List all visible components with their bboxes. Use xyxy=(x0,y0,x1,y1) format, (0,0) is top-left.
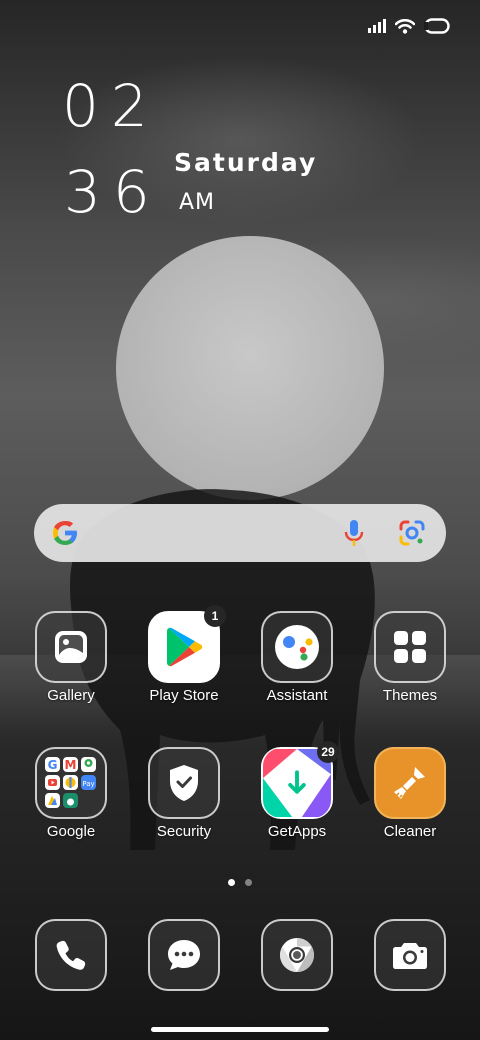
app-label-play-store: Play Store xyxy=(149,687,219,704)
cleaner-brush-icon[interactable] xyxy=(374,747,446,819)
assistant-icon[interactable] xyxy=(261,611,333,683)
google-g-icon xyxy=(50,518,80,553)
app-label-themes: Themes xyxy=(382,687,438,704)
app-label-cleaner: Cleaner xyxy=(383,823,437,840)
getapps-icon[interactable]: 29 xyxy=(261,741,339,819)
app-gallery[interactable]: Gallery xyxy=(21,611,121,704)
status-bar xyxy=(368,18,450,39)
notification-badge: 1 xyxy=(204,605,226,627)
app-google-folder[interactable]: G M Pay Google xyxy=(21,747,121,840)
themes-icon[interactable] xyxy=(374,611,446,683)
app-cleaner[interactable]: Cleaner xyxy=(360,747,460,840)
app-label-getapps: GetApps xyxy=(267,823,327,840)
clock-minutes[interactable]: 36 xyxy=(64,158,162,226)
svg-text:G: G xyxy=(48,758,58,772)
camera-icon[interactable] xyxy=(374,919,446,991)
dock-chrome[interactable] xyxy=(247,919,347,991)
notification-badge: 29 xyxy=(317,741,339,763)
app-label-google: Google xyxy=(46,823,96,840)
dock-messages[interactable] xyxy=(134,919,234,991)
google-lens-icon[interactable] xyxy=(398,519,426,552)
clock-day[interactable]: Saturday xyxy=(174,148,317,177)
app-play-store[interactable]: 1 Play Store xyxy=(134,605,234,704)
play-store-icon[interactable]: 1 xyxy=(148,605,226,683)
microphone-icon[interactable] xyxy=(343,518,365,553)
google-search-bar[interactable] xyxy=(34,504,446,562)
security-shield-icon[interactable] xyxy=(148,747,220,819)
svg-text:M: M xyxy=(65,758,77,772)
wifi-icon xyxy=(394,18,416,39)
app-themes[interactable]: Themes xyxy=(360,611,460,704)
phone-icon[interactable] xyxy=(35,919,107,991)
svg-text:Pay: Pay xyxy=(82,780,94,788)
gallery-icon[interactable] xyxy=(35,611,107,683)
page-dot-active[interactable] xyxy=(228,879,235,886)
app-security[interactable]: Security xyxy=(134,747,234,840)
app-label-security: Security xyxy=(156,823,212,840)
page-dot[interactable] xyxy=(245,879,252,886)
app-label-gallery: Gallery xyxy=(47,687,95,704)
wallpaper-moon xyxy=(116,236,384,500)
app-assistant[interactable]: Assistant xyxy=(247,611,347,704)
page-indicator[interactable] xyxy=(228,879,252,886)
battery-icon xyxy=(424,18,450,39)
app-label-assistant: Assistant xyxy=(266,687,328,704)
app-getapps[interactable]: 29 GetApps xyxy=(247,741,347,840)
clock-hours[interactable]: 02 xyxy=(62,72,160,140)
clock-ampm[interactable]: AM xyxy=(179,190,215,215)
google-folder-icon[interactable]: G M Pay xyxy=(35,747,107,819)
chrome-icon[interactable] xyxy=(261,919,333,991)
messages-icon[interactable] xyxy=(148,919,220,991)
dock-camera[interactable] xyxy=(360,919,460,991)
home-gesture-bar[interactable] xyxy=(151,1027,329,1032)
dock-phone[interactable] xyxy=(21,919,121,991)
signal-icon xyxy=(368,19,386,38)
